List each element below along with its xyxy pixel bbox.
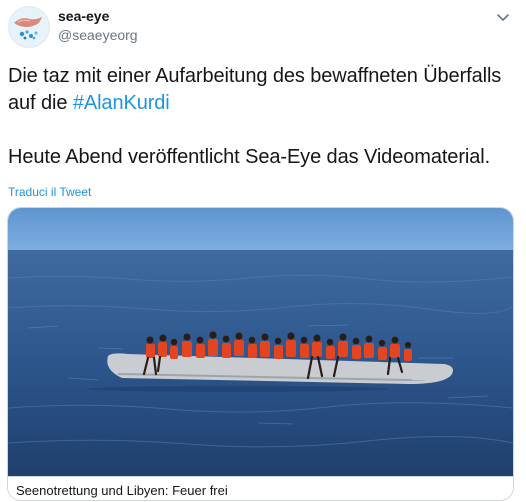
card-image (8, 208, 513, 476)
hashtag-link[interactable]: #AlanKurdi (73, 92, 170, 114)
tweet-text: Die taz mit einer Aufarbeitung des bewaf… (8, 63, 513, 171)
link-card[interactable]: Seenotrettung und Libyen: Feuer frei (7, 207, 514, 501)
tweet-menu-button[interactable] (494, 8, 512, 26)
avatar[interactable] (8, 6, 50, 48)
sea-eye-logo-icon (9, 7, 49, 47)
tweet-paragraph-2: Heute Abend veröffentlicht Sea-Eye das V… (8, 146, 491, 168)
tweet: sea-eye @seaeyeorg Die taz mit einer Auf… (0, 0, 526, 502)
card-footer: Seenotrettung und Libyen: Feuer frei (8, 476, 513, 500)
author-display-name[interactable]: sea-eye (58, 8, 109, 25)
author-handle[interactable]: @seaeyeorg (58, 27, 138, 44)
card-title: Seenotrettung und Libyen: Feuer frei (16, 483, 228, 498)
translate-tweet-link[interactable]: Traduci il Tweet (8, 185, 91, 199)
tweet-paragraph-1: Die taz mit einer Aufarbeitung des bewaf… (8, 63, 513, 117)
chevron-down-icon (497, 14, 509, 21)
